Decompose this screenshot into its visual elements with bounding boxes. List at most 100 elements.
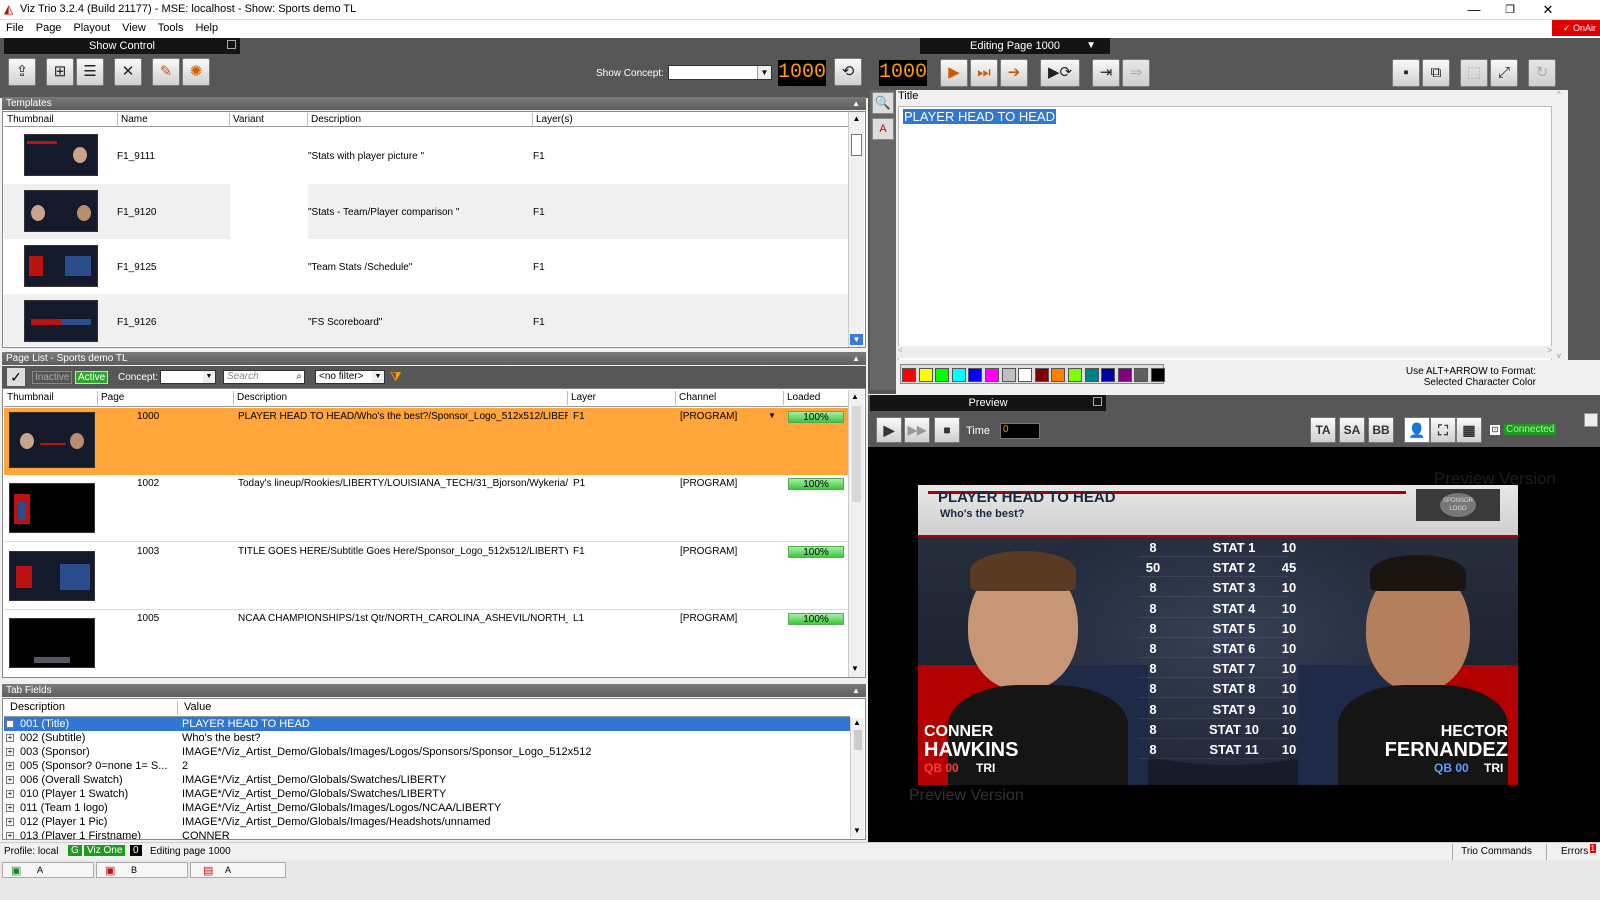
- connected-checkbox[interactable]: ⊡: [1490, 425, 1500, 435]
- expand-icon[interactable]: +: [6, 762, 14, 770]
- color-swatch[interactable]: [968, 368, 983, 382]
- undock-icon[interactable]: [1093, 397, 1102, 406]
- portrait-button[interactable]: ⛶: [1430, 417, 1456, 443]
- page-list-scrollbar[interactable]: ▲ ▼: [848, 390, 864, 677]
- stop-button[interactable]: ■: [934, 417, 960, 443]
- tab-field-row[interactable]: +002 (Subtitle) Who's the best?: [4, 731, 850, 745]
- col-description[interactable]: Description: [308, 113, 533, 127]
- chevron-down-icon[interactable]: ▼: [1086, 38, 1096, 54]
- concept-select[interactable]: ▼: [160, 370, 216, 384]
- menu-file[interactable]: File: [0, 20, 30, 36]
- minimize-button[interactable]: —: [1456, 0, 1492, 20]
- expand-icon[interactable]: +: [6, 776, 14, 784]
- take-next-button[interactable]: ➔: [1000, 59, 1028, 87]
- clean-button[interactable]: ✎: [152, 58, 180, 86]
- output-tab-b[interactable]: ▣ B: [96, 862, 188, 878]
- col-page[interactable]: Page: [98, 391, 234, 405]
- errors-button[interactable]: Errors 1: [1546, 844, 1596, 860]
- take-out-button[interactable]: ▶⟳: [1040, 59, 1080, 87]
- checker-button[interactable]: ▦: [1456, 417, 1482, 443]
- color-swatch[interactable]: [1084, 368, 1099, 382]
- scroll-up-icon[interactable]: ▲: [853, 718, 861, 727]
- color-swatch[interactable]: [1034, 368, 1049, 382]
- color-swatch[interactable]: [1151, 368, 1165, 382]
- col-value[interactable]: Value: [178, 701, 850, 715]
- scroll-up-icon[interactable]: ▲: [851, 114, 862, 124]
- save-button[interactable]: ▪: [1392, 59, 1420, 87]
- expand-icon[interactable]: +: [6, 748, 14, 756]
- tab-field-row[interactable]: +006 (Overall Swatch) IMAGE*/Viz_Artist_D…: [4, 773, 850, 787]
- next-button[interactable]: ⇒: [1122, 59, 1150, 87]
- expand-icon[interactable]: +: [6, 818, 14, 826]
- filter-icon[interactable]: ⧩: [390, 369, 402, 385]
- new-page-button[interactable]: ⊞: [46, 58, 74, 86]
- expand-icon[interactable]: +: [6, 720, 14, 728]
- color-swatch[interactable]: [1018, 368, 1033, 382]
- color-swatch[interactable]: [1051, 368, 1066, 382]
- tab-field-row[interactable]: +010 (Player 1 Swatch) IMAGE*/Viz_Artist_…: [4, 787, 850, 801]
- output-tab-a[interactable]: ▣ A: [2, 862, 94, 878]
- collapse-icon[interactable]: ▲: [852, 352, 860, 365]
- checkmark-icon[interactable]: ✓: [7, 368, 25, 386]
- add-list-button[interactable]: ☰: [76, 58, 104, 86]
- person-button[interactable]: 👤: [1404, 417, 1430, 443]
- output-tab-a2[interactable]: ▤ A: [190, 862, 286, 878]
- title-text-editor[interactable]: PLAYER HEAD TO HEAD: [898, 106, 1552, 382]
- save-as-button[interactable]: ⧉: [1422, 59, 1450, 87]
- continue-button[interactable]: ▶▶: [904, 417, 930, 443]
- template-row[interactable]: F1_9111 "Stats with player picture " F1: [4, 128, 848, 184]
- color-swatch[interactable]: [951, 368, 966, 382]
- col-variant[interactable]: Variant: [230, 113, 308, 127]
- tab-preview[interactable]: Preview: [870, 395, 1106, 411]
- tab-field-row[interactable]: +005 (Sponsor? 0=none 1= S... 2: [4, 759, 850, 773]
- menu-page[interactable]: Page: [30, 20, 68, 36]
- editor-page-number[interactable]: 1000: [878, 59, 928, 87]
- tab-field-row[interactable]: +011 (Team 1 logo) IMAGE*/Viz_Artist_Demo…: [4, 801, 850, 815]
- active-toggle[interactable]: Active: [75, 371, 109, 384]
- color-swatch[interactable]: [918, 368, 933, 382]
- template-row[interactable]: F1_9126 "FS Scoreboard" F1: [4, 294, 848, 346]
- sa-button[interactable]: SA: [1339, 417, 1365, 443]
- tab-editing-page[interactable]: Editing Page 1000 ▼: [920, 38, 1110, 54]
- maximize-button[interactable]: ❐: [1492, 0, 1528, 20]
- scroll-down-icon[interactable]: ▼: [850, 334, 863, 345]
- col-thumbnail[interactable]: Thumbnail: [4, 113, 118, 127]
- template-row[interactable]: F1_9120 "Stats - Team/Player comparison …: [4, 184, 848, 239]
- undock-icon[interactable]: [227, 40, 236, 49]
- color-swatch[interactable]: [1101, 368, 1116, 382]
- time-input[interactable]: 0: [1000, 423, 1040, 439]
- color-swatch[interactable]: [1117, 368, 1132, 382]
- filter-select[interactable]: <no filter> ▼: [315, 370, 385, 384]
- tab-field-row[interactable]: +012 (Player 1 Pic) IMAGE*/Viz_Artist_Dem…: [4, 815, 850, 829]
- page-row[interactable]: 1005 NCAA CHAMPIONSHIPS/1st Qtr/NORTH_CA…: [4, 610, 848, 676]
- vizone-badge[interactable]: Viz One: [84, 845, 126, 856]
- col-layer[interactable]: Layer: [568, 391, 676, 405]
- scroll-down-icon[interactable]: ▼: [853, 826, 861, 835]
- import-image-button[interactable]: ⬚: [1460, 59, 1488, 87]
- concept-button[interactable]: ✺: [182, 58, 210, 86]
- menu-view[interactable]: View: [116, 20, 152, 36]
- page-row[interactable]: 1002 Today's lineup/Rookies/LIBERTY/LOUI…: [4, 475, 848, 542]
- trio-commands-button[interactable]: Trio Commands: [1452, 844, 1540, 860]
- scroll-down-icon[interactable]: ▼: [851, 664, 859, 673]
- scroll-thumb[interactable]: [852, 406, 861, 502]
- col-description[interactable]: Description: [234, 391, 568, 405]
- page-row[interactable]: 1003 TITLE GOES HERE/Subtitle Goes Here/…: [4, 543, 848, 610]
- col-layers[interactable]: Layer(s): [533, 113, 848, 127]
- col-description[interactable]: Description: [4, 701, 178, 715]
- expand-icon[interactable]: +: [6, 832, 14, 839]
- col-name[interactable]: Name: [118, 113, 230, 127]
- color-swatch[interactable]: [902, 368, 916, 382]
- search-input[interactable]: Search ⌕: [223, 370, 305, 384]
- color-swatch[interactable]: [935, 368, 950, 382]
- tab-field-row[interactable]: +003 (Sponsor) IMAGE*/Viz_Artist_Demo/Glo…: [4, 745, 850, 759]
- scroll-thumb[interactable]: [851, 134, 862, 156]
- import-button[interactable]: ⇪: [8, 58, 36, 86]
- title-text[interactable]: PLAYER HEAD TO HEAD: [903, 109, 1056, 124]
- menu-help[interactable]: Help: [189, 20, 224, 36]
- tab-field-row[interactable]: +013 (Player 1 Firstname) CONNER: [4, 829, 850, 839]
- bb-button[interactable]: BB: [1368, 417, 1394, 443]
- tab-field-row-selected[interactable]: +001 (Title) PLAYER HEAD TO HEAD: [4, 717, 850, 731]
- play-button[interactable]: ▶: [876, 417, 902, 443]
- scroll-thumb[interactable]: [854, 730, 862, 750]
